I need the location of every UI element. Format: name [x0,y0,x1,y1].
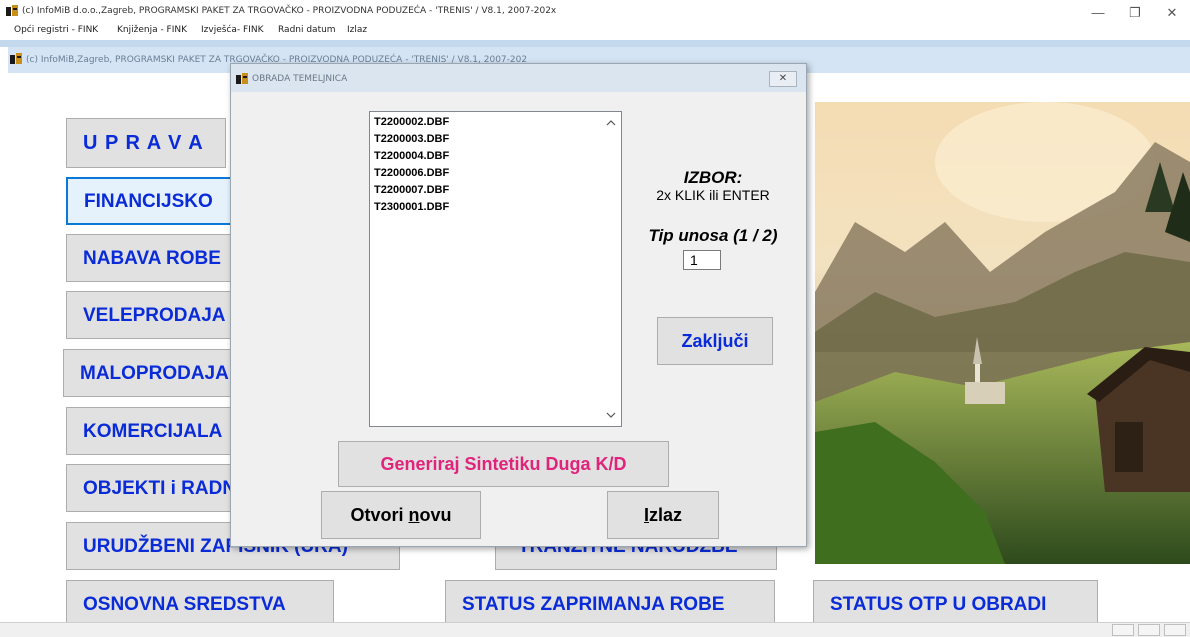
dialog-logo-icon [236,73,248,84]
nabava-robe-button[interactable]: NABAVA ROBE [66,234,236,282]
status-bar [0,622,1190,637]
izlaz-button[interactable]: Izlaz [607,491,719,539]
izbor-hint: 2x KLIK ili ENTER [656,187,770,203]
obrada-temeljnica-dialog: OBRADA TEMELJNICA ✕ T2200002.DBF T220000… [230,63,807,547]
menu-knjizenja[interactable]: Knjiženja - FINK [117,25,187,35]
landscape-image [815,102,1190,564]
komercijala-button[interactable]: KOMERCIJALA [66,407,236,455]
file-listbox[interactable]: T2200002.DBF T2200003.DBF T2200004.DBF T… [369,111,622,427]
status-panel-3 [1164,624,1186,636]
minimize-button[interactable]: — [1083,4,1113,22]
menu-radni-datum[interactable]: Radni datum [278,25,336,35]
tip-unosa-label: Tip unosa (1 / 2) [648,226,778,245]
restore-button[interactable]: ❐ [1120,4,1150,22]
otvori-label-post: ovu [419,504,452,525]
izbor-label: IZBOR: [683,168,743,187]
maloprodaja-button[interactable]: MALOPRODAJA [63,349,236,397]
list-item[interactable]: T2200003.DBF [374,133,449,145]
status-panel-1 [1112,624,1134,636]
status-panel-2 [1138,624,1160,636]
list-item[interactable]: T2200007.DBF [374,184,449,196]
objekti-radnici-button[interactable]: OBJEKTI i RADNICI [66,464,236,512]
veleprodaja-button[interactable]: VELEPRODAJA [66,291,236,339]
izlaz-label-post: zlaz [649,504,683,525]
close-button[interactable]: ✕ [1157,4,1187,22]
list-item[interactable]: T2200006.DBF [374,167,449,179]
menu-izvjesca[interactable]: Izvješća- FINK [201,25,263,35]
status-otp-button[interactable]: STATUS OTP U OBRADI [813,580,1098,628]
scroll-down-icon[interactable] [604,410,618,420]
menu-opci-registri[interactable]: Opći registri - FINK [14,25,98,35]
dialog-title: OBRADA TEMELJNICA [252,74,348,84]
zakljuci-button[interactable]: Zaključi [657,317,773,365]
app-title-bar: (c) InfoMiB d.o.o.,Zagreb, PROGRAMSKI PA… [0,0,1190,22]
child-logo-icon [10,53,22,64]
dialog-close-button[interactable]: ✕ [769,71,797,87]
dialog-title-bar: OBRADA TEMELJNICA ✕ [231,64,806,92]
otvori-novu-button[interactable]: Otvori n ovu [321,491,481,539]
app-title: (c) InfoMiB d.o.o.,Zagreb, PROGRAMSKI PA… [22,6,557,16]
osnovna-sredstva-button[interactable]: OSNOVNA SREDSTVA [66,580,334,628]
scroll-up-icon[interactable] [604,118,618,128]
list-item[interactable]: T2200004.DBF [374,150,449,162]
menu-izlaz[interactable]: Izlaz [347,25,367,35]
tip-unosa-input[interactable]: 1 [683,250,721,270]
mdi-frame-strip [0,40,1190,47]
app-logo-icon [6,5,18,16]
list-item[interactable]: T2200002.DBF [374,116,449,128]
list-item[interactable]: T2300001.DBF [374,201,449,213]
uprava-button[interactable]: U P R A V A [66,118,226,168]
otvori-label-accel: n [408,504,420,525]
menu-bar: Opći registri - FINK Knjiženja - FINK Iz… [0,22,1190,40]
generiraj-sintetiku-button[interactable]: Generiraj Sintetiku Duga K/D [338,441,669,487]
financijsko-button[interactable]: FINANCIJSKO [66,177,236,225]
status-zaprimanja-robe-button[interactable]: STATUS ZAPRIMANJA ROBE [445,580,775,628]
otvori-label-pre: Otvori [350,504,409,525]
